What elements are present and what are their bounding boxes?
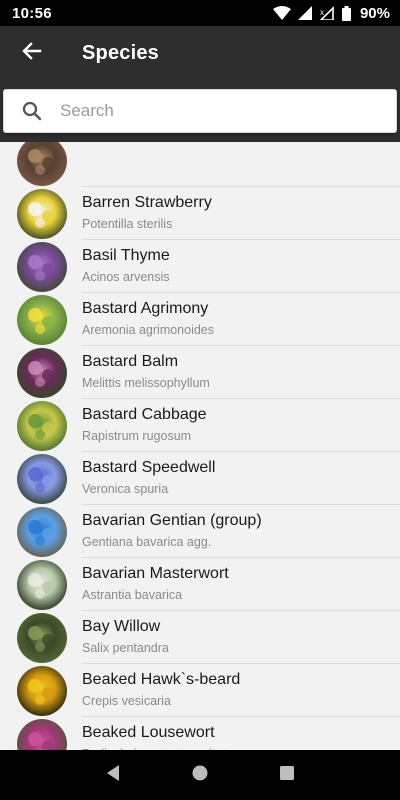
species-photo-avatar <box>17 142 67 186</box>
square-recents-icon <box>279 765 295 786</box>
species-common-name: Bastard Agrimony <box>82 300 209 317</box>
wifi-icon <box>272 6 291 20</box>
status-bar: 10:56 x 90% <box>0 0 400 26</box>
search-bar-container <box>0 80 400 142</box>
status-icons: x 90% <box>272 4 390 22</box>
nav-home-button[interactable] <box>180 755 220 795</box>
species-text <box>82 142 400 187</box>
species-text: Bavarian Masterwort Astrantia bavarica <box>82 564 400 611</box>
nav-recents-button[interactable] <box>267 755 307 795</box>
species-list-item[interactable]: Beaked LousewortPedicularis rostratocapi… <box>0 717 400 750</box>
system-nav-bar <box>0 750 400 800</box>
species-text: Beaked LousewortPedicularis rostratocapi… <box>82 723 400 750</box>
back-button[interactable] <box>0 26 64 80</box>
search-box[interactable] <box>3 89 397 133</box>
species-latin-name: Crepis vesicaria <box>82 694 171 708</box>
species-photo-avatar <box>17 454 67 504</box>
species-photo-avatar <box>17 242 67 292</box>
species-photo-avatar <box>17 401 67 451</box>
species-list-item[interactable]: Barren Strawberry Potentilla sterilis <box>0 187 400 240</box>
species-common-name: Barren Strawberry <box>82 194 212 211</box>
species-text: Beaked Hawk`s-beard Crepis vesicaria <box>82 670 400 717</box>
species-latin-name: Rapistrum rugosum <box>82 429 192 443</box>
status-time: 10:56 <box>12 4 52 22</box>
species-text: Bastard Speedwell Veronica spuria <box>82 458 400 505</box>
species-photo-avatar <box>17 560 67 610</box>
species-photo-avatar <box>17 189 67 239</box>
species-common-name: Bavarian Gentian (group) <box>82 512 262 529</box>
search-icon <box>4 101 60 121</box>
arrow-back-icon <box>22 41 42 66</box>
species-list[interactable]: Barren Strawberry Potentilla sterilis Basi… <box>0 142 400 750</box>
svg-text:x: x <box>320 8 324 17</box>
species-common-name: Bavarian Masterwort <box>82 565 229 582</box>
species-text: Basil Thyme Acinos arvensis <box>82 246 400 293</box>
species-list-item[interactable]: Bay Willow Salix pentandra <box>0 611 400 664</box>
species-list-item[interactable]: Bavarian Masterwort Astrantia bavarica <box>0 558 400 611</box>
signal-roaming-icon: x <box>319 6 335 20</box>
app-bar: Species <box>0 26 400 80</box>
species-common-name: Beaked Lousewort <box>82 724 215 741</box>
species-text: Bavarian Gentian (group) Gentiana bavaric… <box>82 511 400 558</box>
species-latin-name: Salix pentandra <box>82 641 169 655</box>
species-latin-name: Melittis melissophyllum <box>82 376 210 390</box>
battery-percent: 90% <box>359 4 390 22</box>
species-latin-name: Veronica spuria <box>82 482 169 496</box>
species-photo-avatar <box>17 666 67 716</box>
species-text: Bastard Agrimony Aremonia agrimonoides <box>82 299 400 346</box>
species-list-item[interactable]: Bastard Balm Melittis melissophyllum <box>0 346 400 399</box>
species-list-item[interactable]: Basil Thyme Acinos arvensis <box>0 240 400 293</box>
nav-back-button[interactable] <box>93 755 133 795</box>
species-list-item[interactable] <box>0 142 400 187</box>
species-common-name: Basil Thyme <box>82 247 170 264</box>
species-common-name: Bastard Balm <box>82 353 179 370</box>
triangle-back-icon <box>105 764 121 787</box>
species-latin-name: Gentiana bavarica agg. <box>82 535 212 549</box>
species-common-name: Bastard Cabbage <box>82 406 207 423</box>
species-photo-avatar <box>17 507 67 557</box>
page-title: Species <box>82 41 160 64</box>
species-list-item[interactable]: Beaked Hawk`s-beard Crepis vesicaria <box>0 664 400 717</box>
species-text: Bastard Balm Melittis melissophyllum <box>82 352 400 399</box>
signal-icon <box>297 6 312 20</box>
species-text: Barren Strawberry Potentilla sterilis <box>82 193 400 240</box>
species-photo-avatar <box>17 719 67 750</box>
species-common-name: Bastard Speedwell <box>82 459 216 476</box>
species-list-item[interactable]: Bastard Cabbage Rapistrum rugosum <box>0 399 400 452</box>
species-photo-avatar <box>17 295 67 345</box>
species-list-item[interactable]: Bastard Agrimony Aremonia agrimonoides <box>0 293 400 346</box>
species-text: Bastard Cabbage Rapistrum rugosum <box>82 405 400 452</box>
circle-home-icon <box>191 764 209 787</box>
search-input[interactable] <box>60 101 360 121</box>
species-latin-name: Astrantia bavarica <box>82 588 183 602</box>
species-common-name: Beaked Hawk`s-beard <box>82 671 241 688</box>
species-latin-name: Aremonia agrimonoides <box>82 323 215 337</box>
species-latin-name: Acinos arvensis <box>82 270 170 284</box>
species-photo-avatar <box>17 613 67 663</box>
species-text: Bay Willow Salix pentandra <box>82 617 400 664</box>
battery-icon <box>341 5 351 21</box>
species-latin-name: Potentilla sterilis <box>82 217 173 231</box>
species-common-name: Bay Willow <box>82 618 161 635</box>
species-list-item[interactable]: Bavarian Gentian (group) Gentiana bavaric… <box>0 505 400 558</box>
species-photo-avatar <box>17 348 67 398</box>
species-list-item[interactable]: Bastard Speedwell Veronica spuria <box>0 452 400 505</box>
